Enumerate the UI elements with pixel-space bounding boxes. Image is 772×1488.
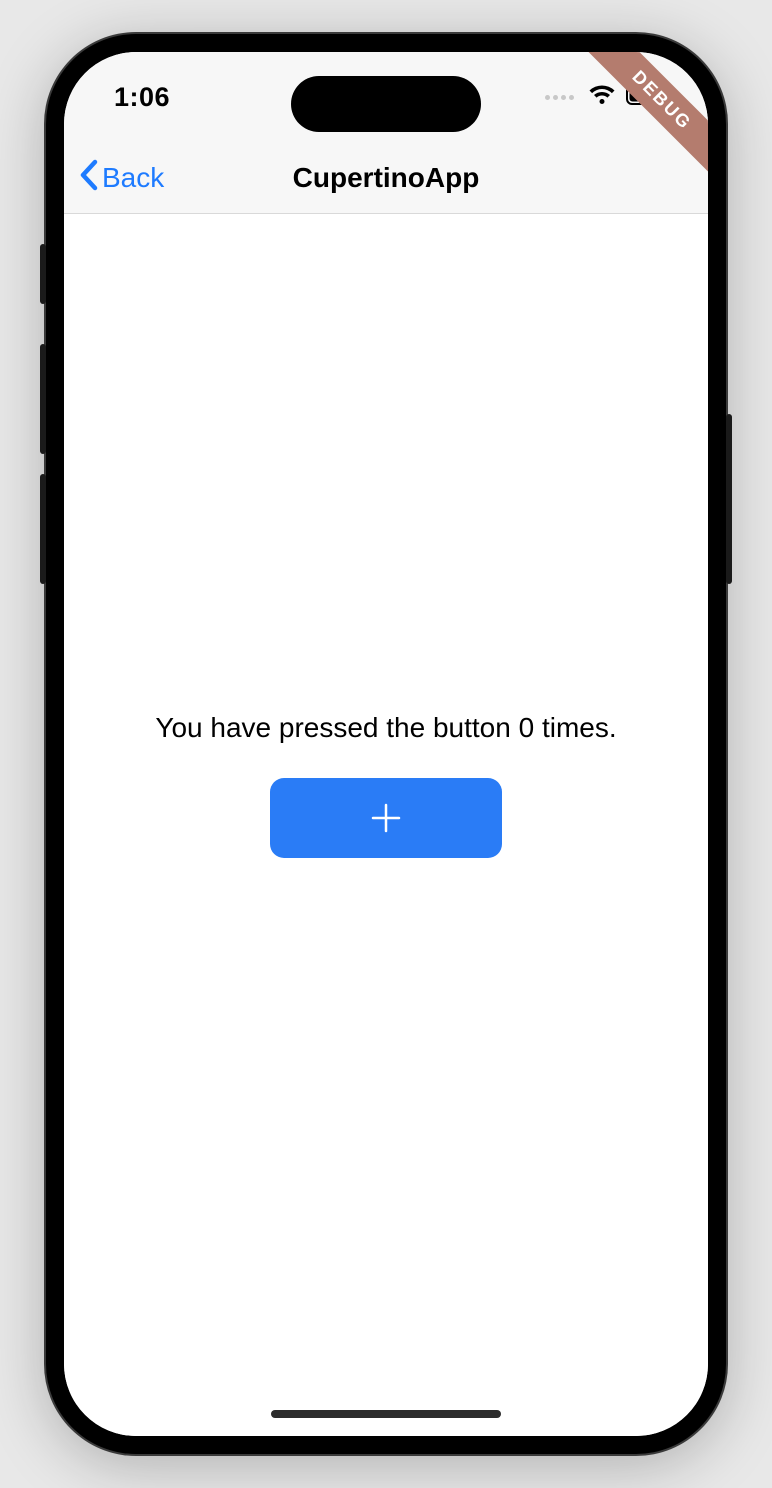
phone-frame: DEBUG 1:06 bbox=[46, 34, 726, 1454]
home-indicator[interactable] bbox=[271, 1410, 501, 1418]
plus-icon bbox=[369, 801, 403, 835]
chevron-left-icon bbox=[78, 156, 100, 199]
volume-down-button bbox=[40, 474, 46, 584]
page-title: CupertinoApp bbox=[293, 162, 480, 194]
status-time: 1:06 bbox=[114, 82, 170, 113]
navigation-bar: Back CupertinoApp bbox=[64, 142, 708, 214]
back-button[interactable]: Back bbox=[78, 142, 164, 213]
screen: DEBUG 1:06 bbox=[64, 52, 708, 1436]
wifi-icon bbox=[588, 84, 616, 111]
back-button-label: Back bbox=[102, 162, 164, 194]
counter-label: You have pressed the button 0 times. bbox=[155, 712, 616, 744]
content-area: You have pressed the button 0 times. bbox=[64, 214, 708, 1436]
mute-switch bbox=[40, 244, 46, 304]
power-button bbox=[726, 414, 732, 584]
increment-button[interactable] bbox=[270, 778, 502, 858]
volume-up-button bbox=[40, 344, 46, 454]
dynamic-island bbox=[291, 76, 481, 132]
cellular-icon bbox=[545, 95, 574, 100]
